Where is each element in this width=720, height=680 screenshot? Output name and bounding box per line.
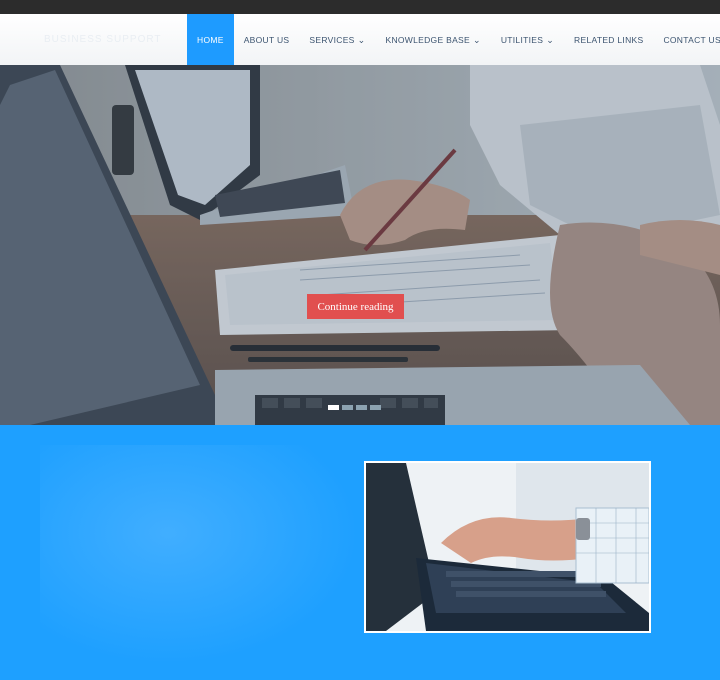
nav-item-contact-us[interactable]: CONTACT US [653, 14, 720, 65]
continue-reading-button[interactable]: Continue reading [307, 294, 404, 319]
nav-item-label: HOME [197, 34, 224, 45]
slider-dot-2[interactable] [342, 405, 353, 410]
slider-dots [328, 405, 381, 410]
main-nav: HOME ABOUT US SERVICES ⌄ KNOWLEDGE BASE ⌄ UTIL… [187, 14, 720, 65]
chevron-down-icon: ⌄ [357, 35, 366, 45]
slider-dot-4[interactable] [370, 405, 381, 410]
slider-dot-1[interactable] [328, 405, 339, 410]
nav-item-utilities[interactable]: UTILITIES ⌄ [491, 14, 564, 65]
nav-item-related-links[interactable]: RELATED LINKS [564, 14, 653, 65]
blue-section [0, 425, 720, 680]
chevron-down-icon: ⌄ [546, 35, 555, 45]
nav-item-label: SERVICES [309, 34, 355, 45]
nav-item-label: ABOUT US [243, 34, 290, 45]
top-strip [0, 0, 720, 14]
hero-slider: Continue reading [0, 65, 720, 425]
nav-item-services[interactable]: SERVICES ⌄ [299, 14, 375, 65]
hero-image [0, 65, 720, 425]
nav-item-about-us[interactable]: ABOUT US [234, 14, 300, 65]
section-glow [40, 445, 360, 665]
slider-dot-3[interactable] [356, 405, 367, 410]
main-navbar: BUSINESS SUPPORT HOME ABOUT US SERVICES ⌄ KN… [0, 14, 720, 66]
chevron-down-icon: ⌄ [472, 35, 481, 45]
site-logo[interactable]: BUSINESS SUPPORT [44, 34, 162, 45]
nav-item-label: RELATED LINKS [574, 34, 644, 45]
nav-item-home[interactable]: HOME [187, 14, 234, 65]
laptop-typing-photo [364, 461, 651, 633]
nav-item-label: UTILITIES [500, 34, 544, 45]
nav-item-knowledge-base[interactable]: KNOWLEDGE BASE ⌄ [375, 14, 490, 65]
nav-item-label: CONTACT US [663, 34, 720, 45]
nav-item-label: KNOWLEDGE BASE [385, 34, 470, 45]
